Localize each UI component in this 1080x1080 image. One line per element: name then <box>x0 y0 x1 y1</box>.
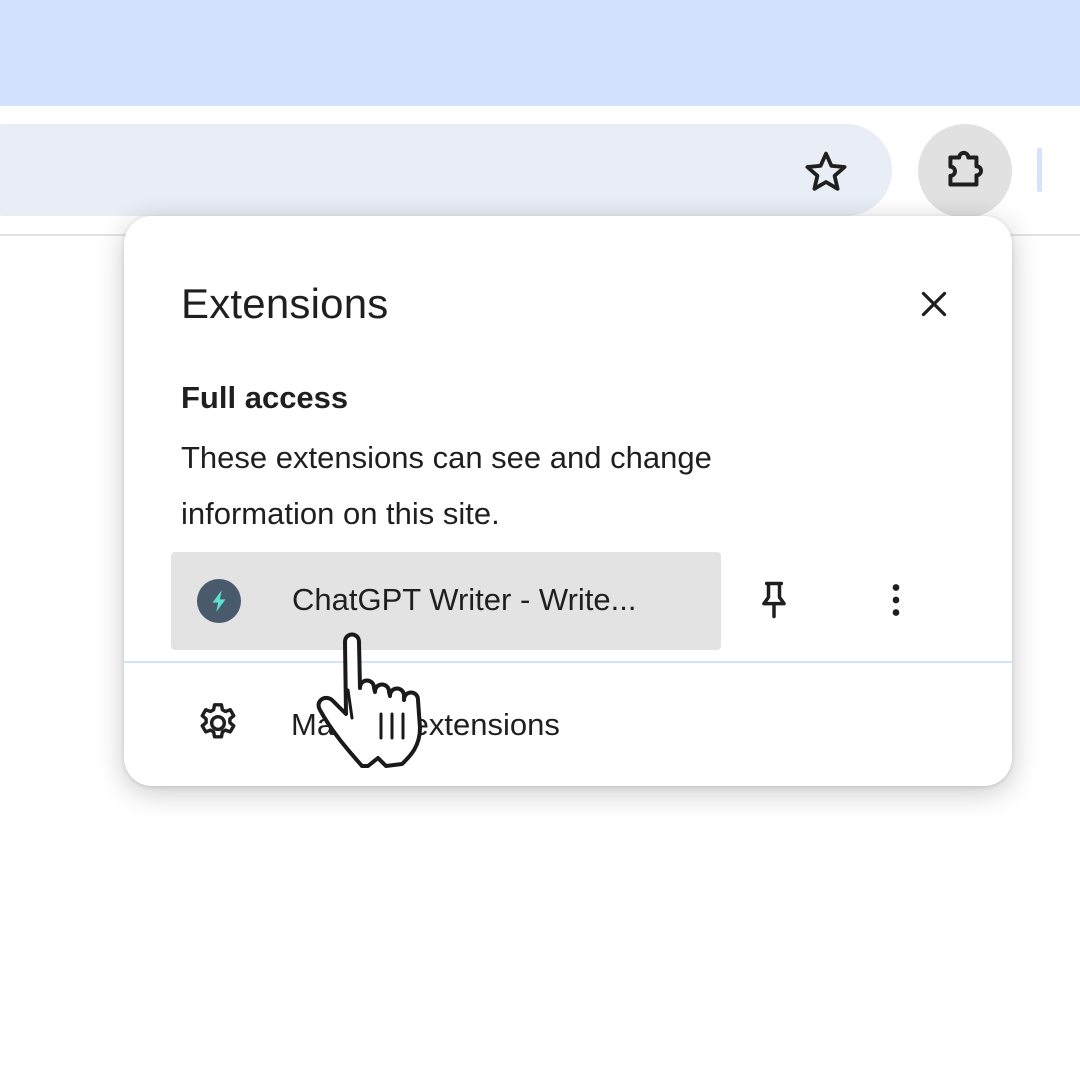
browser-window: Extensions Full access These extensions … <box>0 0 1080 1080</box>
hand-pointer-icon <box>316 632 422 768</box>
puzzle-piece-icon <box>948 150 983 187</box>
extensions-button[interactable] <box>918 124 1012 218</box>
extension-name: ChatGPT Writer - Write... <box>292 582 637 617</box>
popup-title: Extensions <box>181 280 389 327</box>
pin-extension-button[interactable] <box>748 574 800 626</box>
lightning-bolt-logo <box>212 590 226 612</box>
close-button[interactable] <box>908 278 960 330</box>
address-bar[interactable] <box>0 124 892 216</box>
extension-logo <box>197 579 241 623</box>
close-icon <box>921 291 947 317</box>
pin-icon <box>762 581 786 619</box>
section-description: These extensions can see and change info… <box>181 440 712 531</box>
manage-icon <box>194 699 242 747</box>
extension-menu-button[interactable] <box>870 574 922 626</box>
manage-extensions-item[interactable]: Manage extensions <box>124 663 1012 786</box>
tab-strip <box>0 0 1080 106</box>
bookmark-button[interactable] <box>800 146 852 198</box>
extensions-popup: Extensions Full access These extensions … <box>124 216 1012 786</box>
more-vert-icon <box>892 584 900 616</box>
section-heading: Full access <box>181 380 349 415</box>
toolbar-divider <box>1037 148 1042 192</box>
gear-icon <box>200 703 236 739</box>
star-outline-icon <box>805 151 847 191</box>
